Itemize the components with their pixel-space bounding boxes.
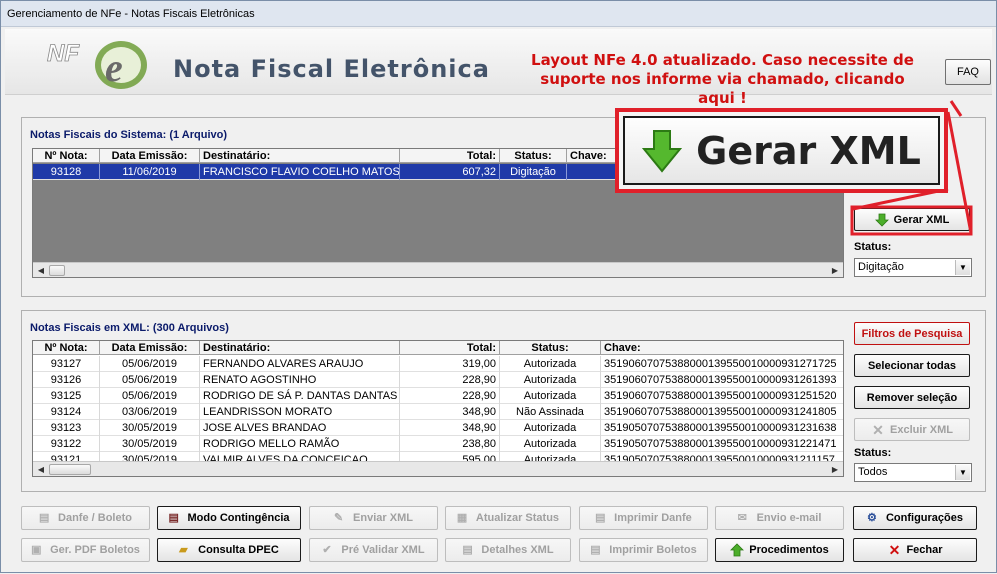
- configuracoes-button[interactable]: ⚙ Configurações: [853, 506, 977, 530]
- printer-icon: ▤: [39, 512, 50, 524]
- xml-notes-group: Notas Fiscais em XML: (300 Arquivos) Nº …: [21, 310, 986, 492]
- fechar-button[interactable]: ✕ Fechar: [853, 538, 977, 562]
- details-icon: ▤: [462, 544, 473, 556]
- gerar-xml-button[interactable]: Gerar XML: [854, 208, 970, 231]
- printer-icon: ▤: [595, 512, 606, 524]
- window-title: Gerenciamento de NFe - Notas Fiscais Ele…: [7, 8, 255, 20]
- mail-icon: ✉: [737, 512, 747, 524]
- validate-icon: ✔: [322, 544, 332, 556]
- system-status-label: Status:: [854, 241, 892, 253]
- table-row[interactable]: 93125 05/06/2019 RODRIGO DE SÁ P. DANTAS D…: [33, 388, 843, 404]
- scroll-left-icon[interactable]: ◀: [34, 463, 48, 476]
- printer-icon: ▤: [590, 544, 601, 556]
- scroll-left-icon[interactable]: ◀: [34, 264, 48, 277]
- xml-status-select[interactable]: Todos ▼: [854, 463, 972, 482]
- scroll-thumb[interactable]: [49, 265, 65, 276]
- col-header-destinatario[interactable]: Destinatário:: [200, 149, 400, 163]
- support-notice-link[interactable]: Layout NFe 4.0 atualizado. Caso necessit…: [520, 51, 925, 108]
- filtros-pesquisa-button[interactable]: Filtros de Pesquisa: [854, 322, 970, 345]
- imprimir-danfe-button[interactable]: ▤ Imprimir Danfe: [579, 506, 708, 530]
- green-arrow-down-icon: [874, 213, 889, 227]
- callout-label: Gerar XML: [696, 128, 921, 173]
- chevron-down-icon[interactable]: ▼: [955, 465, 970, 480]
- enviar-xml-button[interactable]: ✎ Enviar XML: [309, 506, 438, 530]
- pdf-icon: ▣: [31, 544, 42, 556]
- danfe-boleto-button[interactable]: ▤ Danfe / Boleto: [21, 506, 150, 530]
- table-row[interactable]: 93123 30/05/2019 JOSE ALVES BRANDAO 348,90 A…: [33, 420, 843, 436]
- header-banner: NF e Nota Fiscal Eletrônica Layout NFe 4…: [5, 29, 992, 107]
- col-header-destinatario[interactable]: Destinatário:: [200, 341, 400, 355]
- send-icon: ✎: [334, 512, 344, 524]
- envio-email-button[interactable]: ✉ Envio e-mail: [715, 506, 844, 530]
- scroll-right-icon[interactable]: ▶: [828, 463, 842, 476]
- printer-icon: ▤: [168, 512, 179, 524]
- app-title: Nota Fiscal Eletrônica: [173, 55, 490, 83]
- col-header-total[interactable]: Total:: [400, 149, 500, 163]
- modo-contingencia-button[interactable]: ▤ Modo Contingência: [157, 506, 301, 530]
- consulta-dpec-button[interactable]: ▰ Consulta DPEC: [157, 538, 301, 562]
- chevron-down-icon[interactable]: ▼: [955, 260, 970, 275]
- pre-validar-xml-button[interactable]: ✔ Pré Validar XML: [309, 538, 438, 562]
- close-icon: ✕: [872, 421, 884, 438]
- table-row[interactable]: 93127 05/06/2019 FERNANDO ALVARES ARAUJO 31…: [33, 356, 843, 372]
- table-row[interactable]: 93122 30/05/2019 RODRIGO MELLO RAMÃO 238,80…: [33, 436, 843, 452]
- col-header-numero[interactable]: Nº Nota:: [33, 149, 100, 163]
- green-arrow-down-icon: [642, 129, 683, 173]
- title-bar: Gerenciamento de NFe - Notas Fiscais Ele…: [1, 1, 996, 27]
- table-row[interactable]: 93124 03/06/2019 LEANDRISSON MORATO 348,90…: [33, 404, 843, 420]
- green-arrow-up-icon: [730, 543, 745, 557]
- folder-icon: ▰: [179, 544, 188, 556]
- svg-text:NF: NF: [47, 40, 80, 67]
- xml-horizontal-scrollbar[interactable]: ◀ ▶: [33, 461, 843, 476]
- detalhes-xml-button[interactable]: ▤ Detalhes XML: [445, 538, 571, 562]
- col-header-data[interactable]: Data Emissão:: [100, 341, 200, 355]
- faq-button[interactable]: FAQ: [945, 59, 991, 85]
- imprimir-boletos-button[interactable]: ▤ Imprimir Boletos: [579, 538, 708, 562]
- selecionar-todas-button[interactable]: Selecionar todas: [854, 354, 970, 377]
- procedimentos-button[interactable]: Procedimentos: [715, 538, 844, 562]
- svg-text:e: e: [105, 45, 123, 90]
- col-header-chave[interactable]: Chave:: [601, 341, 843, 355]
- system-status-select[interactable]: Digitação ▼: [854, 258, 972, 277]
- nfe-logo-icon: NF e: [47, 40, 147, 90]
- xml-status-label: Status:: [854, 447, 892, 459]
- col-header-status[interactable]: Status:: [500, 341, 601, 355]
- system-horizontal-scrollbar[interactable]: ◀ ▶: [33, 262, 843, 277]
- gear-icon: ⚙: [866, 512, 877, 524]
- refresh-icon: ▦: [456, 512, 468, 524]
- xml-notes-title: Notas Fiscais em XML: (300 Arquivos): [30, 322, 229, 334]
- gerar-xml-callout: Gerar XML: [615, 108, 948, 193]
- main-window: Gerenciamento de NFe - Notas Fiscais Ele…: [0, 0, 997, 573]
- system-notes-title: Notas Fiscais do Sistema: (1 Arquivo): [30, 129, 228, 141]
- atualizar-status-button[interactable]: ▦ Atualizar Status: [445, 506, 571, 530]
- col-header-status[interactable]: Status:: [500, 149, 567, 163]
- remover-selecao-button[interactable]: Remover seleção: [854, 386, 970, 409]
- scroll-thumb[interactable]: [49, 464, 91, 475]
- close-icon: ✕: [888, 542, 901, 558]
- scroll-right-icon[interactable]: ▶: [828, 264, 842, 277]
- col-header-numero[interactable]: Nº Nota:: [33, 341, 100, 355]
- ger-pdf-boletos-button[interactable]: ▣ Ger. PDF Boletos: [21, 538, 150, 562]
- excluir-xml-button[interactable]: ✕ Excluir XML: [854, 418, 970, 441]
- col-header-data[interactable]: Data Emissão:: [100, 149, 200, 163]
- table-row[interactable]: 93126 05/06/2019 RENATO AGOSTINHO 228,90 Aut…: [33, 372, 843, 388]
- xml-notes-grid[interactable]: Nº Nota: Data Emissão: Destinatário: Tot…: [32, 340, 844, 477]
- col-header-total[interactable]: Total:: [400, 341, 500, 355]
